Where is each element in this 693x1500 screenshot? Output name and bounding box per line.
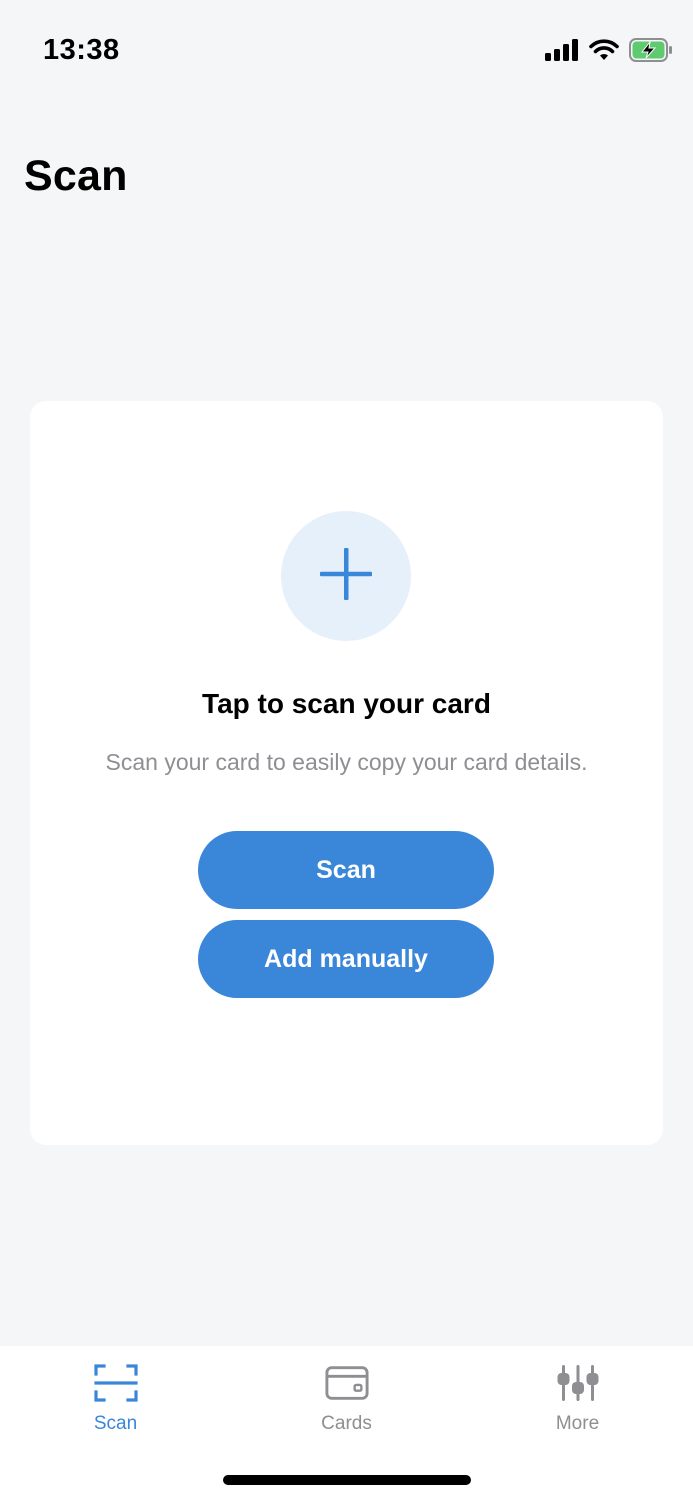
home-indicator — [223, 1475, 471, 1485]
signal-icon — [545, 39, 579, 66]
wifi-icon — [589, 39, 619, 66]
tab-label-more: More — [555, 1413, 600, 1434]
scan-card: Tap to scan your card Scan your card to … — [30, 401, 663, 1145]
tab-cards[interactable]: Cards — [231, 1346, 462, 1446]
card-heading: Tap to scan your card — [202, 688, 491, 719]
scan-button[interactable]: Scan — [198, 831, 494, 909]
card-subtitle: Scan your card to easily copy your card … — [105, 749, 588, 775]
status-time: 13:38 — [43, 34, 120, 66]
status-bar: 13:38 — [0, 0, 693, 100]
tab-label-scan: Scan — [93, 1413, 138, 1434]
tab-scan[interactable]: Scan — [0, 1346, 231, 1446]
page-title: Scan — [24, 152, 128, 200]
sliders-icon — [556, 1363, 600, 1403]
status-icons — [545, 38, 673, 67]
plus-icon — [318, 546, 374, 607]
scan-frame-icon — [93, 1363, 138, 1403]
battery-charging-icon — [629, 38, 673, 67]
tab-label-cards: Cards — [321, 1413, 372, 1434]
add-manually-button[interactable]: Add manually — [198, 920, 494, 998]
add-card-button[interactable] — [281, 511, 411, 641]
wallet-icon — [324, 1363, 369, 1403]
tab-more[interactable]: More — [462, 1346, 693, 1446]
